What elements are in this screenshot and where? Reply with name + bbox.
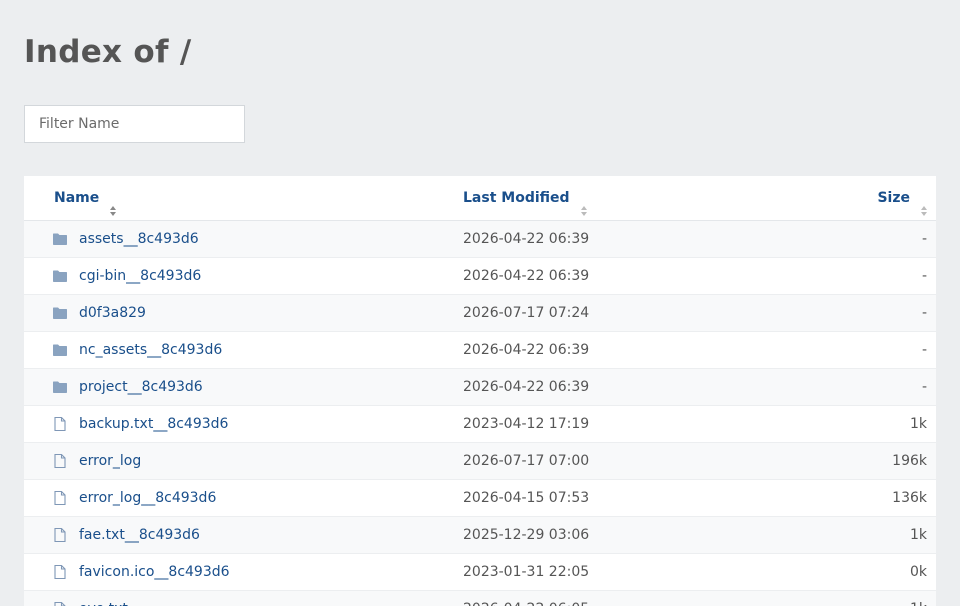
size-value: - [921,305,927,321]
last-modified-value: 2026-07-17 07:00 [463,453,590,469]
sort-by-name-header[interactable]: Name [54,176,117,220]
size-value: 1k [910,591,927,606]
size-value: 196k [892,453,927,469]
sort-by-size-header[interactable]: Size [877,176,928,220]
table-header: Name Last Modified Size [24,176,936,221]
file-name-link[interactable]: favicon.ico__8c493d6 [79,554,230,590]
folder-icon [52,268,68,284]
table-row[interactable]: assets__8c493d6 2026-04-22 06:39 - [24,221,936,258]
sort-by-modified-header[interactable]: Last Modified [463,176,588,220]
file-icon [52,601,68,606]
folder-icon [52,305,68,321]
last-modified-value: 2026-04-22 06:39 [463,231,590,247]
filter-name-input[interactable] [24,105,245,143]
last-modified-value: 2026-04-22 06:39 [463,268,590,284]
file-name-link[interactable]: error_log__8c493d6 [79,480,216,516]
size-header-label: Size [877,190,910,206]
file-name-link[interactable]: cgi-bin__8c493d6 [79,258,201,294]
size-value: 1k [909,416,927,432]
folder-icon [52,342,68,358]
file-name-link[interactable]: d0f3a829 [79,295,146,331]
file-icon [52,527,68,543]
file-name-link[interactable]: backup.txt__8c493d6 [79,406,228,442]
last-modified-value: 2026-04-22 06:39 [463,342,590,358]
sort-arrows-icon [109,191,117,216]
size-value: 1k [909,527,927,543]
table-row[interactable]: backup.txt__8c493d6 2023-04-12 17:19 1k [24,406,936,443]
last-modified-value: 2026-04-22 06:05 [463,591,589,606]
folder-icon [52,231,68,247]
last-modified-value: 2026-07-17 07:24 [463,305,590,321]
size-value: 136k [892,490,927,506]
modified-header-label: Last Modified [463,190,570,206]
folder-icon [52,379,68,395]
name-header-label: Name [54,190,100,206]
file-icon [52,490,68,506]
file-name-link[interactable]: fae.txt__8c493d6 [79,517,200,553]
sort-arrows-icon [580,191,588,216]
table-row[interactable]: favicon.ico__8c493d6 2023-01-31 22:05 0k [24,554,936,591]
table-row[interactable]: fae.txt__8c493d6 2025-12-29 03:06 1k [24,517,936,554]
last-modified-value: 2023-04-12 17:19 [463,416,590,432]
size-value: - [921,342,927,358]
file-name-link[interactable]: nc_assets__8c493d6 [79,332,222,368]
size-value: 0k [909,564,927,580]
directory-listing-page: Index of / Name Last Modified Size asset… [0,0,960,606]
file-table: Name Last Modified Size assets__8c493d6 … [24,176,936,606]
file-icon [52,416,68,432]
table-row[interactable]: project__8c493d6 2026-04-22 06:39 - [24,369,936,406]
sort-arrows-icon [920,191,928,216]
size-value: - [921,231,927,247]
table-row[interactable]: error_log 2026-07-17 07:00 196k [24,443,936,480]
size-value: - [921,268,927,284]
page-title: Index of / [24,34,192,70]
table-row[interactable]: nc_assets__8c493d6 2026-04-22 06:39 - [24,332,936,369]
size-value: - [921,379,927,395]
table-row[interactable]: error_log__8c493d6 2026-04-15 07:53 136k [24,480,936,517]
last-modified-value: 2023-01-31 22:05 [463,564,590,580]
last-modified-value: 2026-04-22 06:39 [463,379,590,395]
file-name-link[interactable]: oyo.txt [79,591,128,606]
last-modified-value: 2025-12-29 03:06 [463,527,590,543]
table-row[interactable]: d0f3a829 2026-07-17 07:24 - [24,295,936,332]
last-modified-value: 2026-04-15 07:53 [463,490,590,506]
file-icon [52,453,68,469]
file-name-link[interactable]: error_log [79,443,141,479]
table-body: assets__8c493d6 2026-04-22 06:39 - cgi-b… [24,221,936,606]
file-name-link[interactable]: assets__8c493d6 [79,221,199,257]
file-name-link[interactable]: project__8c493d6 [79,369,203,405]
table-row[interactable]: oyo.txt 2026-04-22 06:05 1k [24,591,936,606]
table-row[interactable]: cgi-bin__8c493d6 2026-04-22 06:39 - [24,258,936,295]
file-icon [52,564,68,580]
